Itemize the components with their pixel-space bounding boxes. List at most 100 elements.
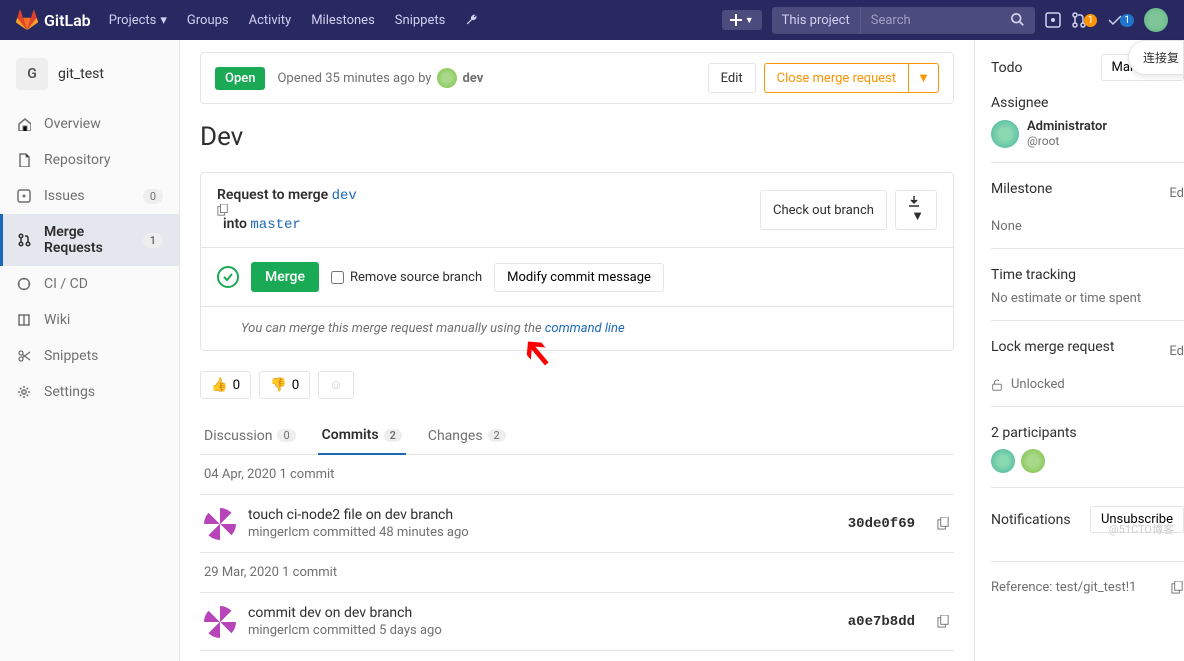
- gitlab-icon: [16, 9, 38, 31]
- sidebar-item-merge-requests[interactable]: Merge Requests1: [0, 214, 179, 266]
- sidebar-item-label: Settings: [44, 384, 95, 400]
- download-dropdown[interactable]: ▼: [895, 190, 937, 230]
- thumbs-up-button[interactable]: 👍0: [200, 371, 251, 399]
- milestone-edit[interactable]: Ed: [1169, 186, 1184, 201]
- mr-author[interactable]: dev: [437, 68, 483, 88]
- time-tracking-label: Time tracking: [991, 267, 1184, 283]
- lock-edit[interactable]: Ed: [1169, 344, 1184, 359]
- search-button[interactable]: [1001, 7, 1035, 33]
- milestone-label: Milestone: [991, 181, 1052, 197]
- copy-sha-button[interactable]: [937, 517, 950, 530]
- assignee-row[interactable]: Administrator @root: [991, 119, 1184, 148]
- nav-activity[interactable]: Activity: [249, 13, 292, 28]
- book-icon: [16, 312, 32, 328]
- tab-commits[interactable]: Commits 2: [318, 417, 406, 455]
- new-dropdown[interactable]: ▼: [722, 10, 762, 30]
- tab-badge: 2: [384, 429, 402, 442]
- tab-changes[interactable]: Changes2: [424, 417, 510, 454]
- merge-button[interactable]: Merge: [251, 262, 319, 292]
- nav-milestones[interactable]: Milestones: [311, 13, 375, 28]
- sidebar-item-ci-cd[interactable]: CI / CD: [0, 266, 179, 302]
- copy-sha-button[interactable]: [937, 615, 950, 628]
- right-sidebar: Todo Mark done Assignee Administrator @r…: [974, 40, 1184, 661]
- modify-commit-msg-button[interactable]: Modify commit message: [494, 263, 664, 292]
- copy-source-branch[interactable]: [217, 204, 363, 216]
- commit-day-header: 29 Mar, 2020 1 commit: [200, 553, 954, 593]
- close-mr-button[interactable]: Close merge request: [764, 63, 909, 93]
- commit-sha[interactable]: a0e7b8dd: [848, 614, 915, 630]
- download-icon: [908, 196, 920, 208]
- watermark: @51CTO博客: [1109, 521, 1174, 537]
- floating-badge[interactable]: 连接复: [1128, 40, 1184, 75]
- nav-wrench[interactable]: [465, 13, 479, 27]
- mr-tabs: Discussion0 Commits 2 Changes2: [200, 417, 954, 455]
- merge-footer: You can merge this merge request manuall…: [201, 307, 953, 350]
- source-branch[interactable]: dev: [332, 188, 357, 204]
- merge-requests-link[interactable]: 1: [1071, 12, 1098, 28]
- todos-link[interactable]: 1: [1107, 12, 1134, 28]
- sidebar-item-issues[interactable]: Issues0: [0, 178, 179, 214]
- commit-row: touch ci-node2 file on dev branch minger…: [200, 495, 954, 553]
- brand-text: GitLab: [44, 11, 91, 30]
- merge-header: Request to merge dev into master Check o…: [201, 173, 953, 248]
- todo-count-badge: 1: [1120, 14, 1134, 27]
- user-avatar[interactable]: [1144, 8, 1168, 32]
- participant-avatar[interactable]: [991, 449, 1015, 473]
- project-sidebar: G git_test OverviewRepositoryIssues0Merg…: [0, 40, 180, 661]
- tab-discussion[interactable]: Discussion0: [200, 417, 300, 454]
- add-reaction-button[interactable]: ☺: [318, 371, 354, 399]
- home-icon: [16, 116, 32, 132]
- sidebar-item-settings[interactable]: Settings: [0, 374, 179, 410]
- sidebar-item-label: Wiki: [44, 312, 70, 328]
- reactions: 👍0 👎0 ☺: [200, 371, 954, 399]
- participant-avatar[interactable]: [1021, 449, 1045, 473]
- commit-meta: mingerlcm committed 48 minutes ago: [248, 525, 836, 540]
- tab-label: Commits: [322, 427, 379, 443]
- commit-day-header: 04 Apr, 2020 1 commit: [200, 455, 954, 495]
- edit-button[interactable]: Edit: [708, 63, 756, 93]
- mr-header: Open Opened 35 minutes ago by dev Edit C…: [200, 52, 954, 104]
- sidebar-item-repository[interactable]: Repository: [0, 142, 179, 178]
- sidebar-item-wiki[interactable]: Wiki: [0, 302, 179, 338]
- target-branch[interactable]: master: [250, 217, 300, 233]
- reference-label: Reference: test/git_test!1: [991, 580, 1136, 595]
- remove-source-option[interactable]: Remove source branch: [331, 270, 482, 285]
- nav-snippets[interactable]: Snippets: [395, 13, 446, 28]
- search-scope[interactable]: This project: [772, 7, 861, 34]
- remove-source-checkbox[interactable]: [331, 271, 344, 284]
- close-mr-dropdown[interactable]: ▼: [909, 63, 939, 93]
- command-line-link[interactable]: command line: [545, 321, 625, 336]
- commit-sha[interactable]: 30de0f69: [848, 516, 915, 532]
- commit-title[interactable]: touch ci-node2 file on dev branch: [248, 507, 836, 523]
- sidebar-item-overview[interactable]: Overview: [0, 106, 179, 142]
- sidebar-item-label: CI / CD: [44, 276, 88, 292]
- sidebar-item-snippets[interactable]: Snippets: [0, 338, 179, 374]
- sidebar-item-label: Issues: [44, 188, 85, 204]
- checkout-branch-button[interactable]: Check out branch: [760, 190, 887, 230]
- merge-widget: Request to merge dev into master Check o…: [200, 172, 954, 351]
- thumbs-down-button[interactable]: 👎0: [259, 371, 310, 399]
- tab-badge: 0: [277, 429, 295, 442]
- status-badge: Open: [215, 67, 265, 90]
- search-input[interactable]: [861, 7, 1001, 34]
- gear-icon: [16, 384, 32, 400]
- copy-icon: [937, 517, 950, 530]
- nav-projects[interactable]: Projects ▾: [109, 13, 167, 28]
- sidebar-badge: 1: [143, 233, 163, 248]
- sidebar-project-header[interactable]: G git_test: [0, 50, 179, 98]
- issues-link[interactable]: [1045, 12, 1061, 28]
- merge-status-icon: [217, 266, 239, 288]
- commit-title[interactable]: commit dev on dev branch: [248, 605, 836, 621]
- copy-reference-button[interactable]: [1171, 581, 1184, 594]
- assignee-name: Administrator: [1027, 119, 1107, 134]
- nav-groups[interactable]: Groups: [187, 13, 229, 28]
- commit-author-avatar[interactable]: [204, 606, 236, 638]
- project-name: git_test: [58, 66, 104, 82]
- plus-icon: [730, 14, 742, 26]
- commit-author-avatar[interactable]: [204, 508, 236, 540]
- gitlab-logo[interactable]: GitLab: [16, 9, 91, 31]
- thumbs-up-icon: 👍: [211, 378, 228, 393]
- top-navbar: GitLab Projects ▾ Groups Activity Milest…: [0, 0, 1184, 40]
- tab-label: Changes: [428, 428, 483, 444]
- thumbs-down-icon: 👎: [270, 378, 287, 393]
